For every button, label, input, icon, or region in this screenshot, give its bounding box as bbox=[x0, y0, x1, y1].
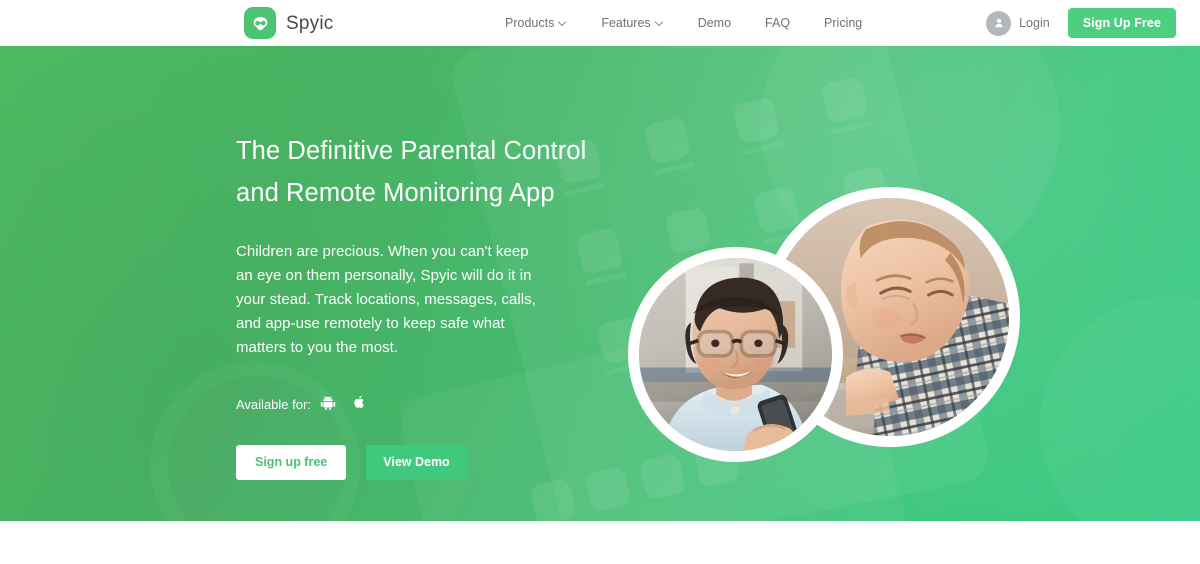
nav-label-faq: FAQ bbox=[765, 16, 791, 30]
hero-view-demo-button[interactable]: View Demo bbox=[366, 445, 467, 480]
login-label: Login bbox=[1019, 16, 1050, 30]
chevron-down-icon bbox=[559, 18, 567, 26]
nav-item-demo[interactable]: Demo bbox=[681, 0, 748, 46]
hero-copy: The Definitive Parental Control and Remo… bbox=[236, 130, 636, 480]
decorative-blob-right bbox=[1040, 296, 1200, 521]
android-icon bbox=[320, 394, 336, 416]
nav-label-products: Products bbox=[505, 16, 555, 30]
hero-description: Children are precious. When you can't ke… bbox=[236, 243, 536, 356]
nav-item-products[interactable]: Products bbox=[505, 0, 584, 46]
hero-title: The Definitive Parental Control and Remo… bbox=[236, 137, 587, 207]
available-for-label: Available for: bbox=[236, 397, 311, 412]
nav-item-pricing[interactable]: Pricing bbox=[807, 0, 879, 46]
hero-photo-group bbox=[620, 92, 1050, 521]
nav-label-pricing: Pricing bbox=[824, 16, 863, 30]
apple-icon bbox=[352, 393, 367, 416]
user-avatar-icon bbox=[986, 10, 1012, 36]
photo-mother-with-phone-image bbox=[639, 258, 832, 451]
below-fold-area bbox=[0, 521, 1200, 564]
hero-sign-up-free-button[interactable]: Sign up free bbox=[236, 445, 347, 480]
infinity-mask-icon bbox=[244, 7, 276, 39]
nav-label-features: Features bbox=[601, 16, 651, 30]
hero-section: The Definitive Parental Control and Remo… bbox=[0, 46, 1200, 521]
hero-cta-buttons: Sign up free View Demo bbox=[236, 445, 636, 480]
chevron-down-icon bbox=[656, 18, 664, 26]
nav-label-demo: Demo bbox=[697, 16, 732, 30]
sign-up-free-button[interactable]: Sign Up Free bbox=[1067, 7, 1176, 39]
available-platforms: Available for: bbox=[236, 393, 636, 416]
login-link[interactable]: Login bbox=[986, 10, 1050, 36]
nav-item-features[interactable]: Features bbox=[584, 0, 680, 46]
main-navigation: Products Features Demo FAQ Pricing bbox=[505, 0, 879, 46]
site-header: Spyic Products Features Demo FAQ Pricing bbox=[0, 0, 1200, 46]
nav-item-faq[interactable]: FAQ bbox=[748, 0, 807, 46]
photo-mother-with-phone bbox=[628, 247, 843, 462]
brand-name: Spyic bbox=[286, 12, 334, 34]
landing-page: Spyic Products Features Demo FAQ Pricing bbox=[0, 0, 1200, 564]
brand-logo-link[interactable]: Spyic bbox=[244, 7, 333, 39]
header-actions: Login Sign Up Free bbox=[986, 0, 1176, 46]
